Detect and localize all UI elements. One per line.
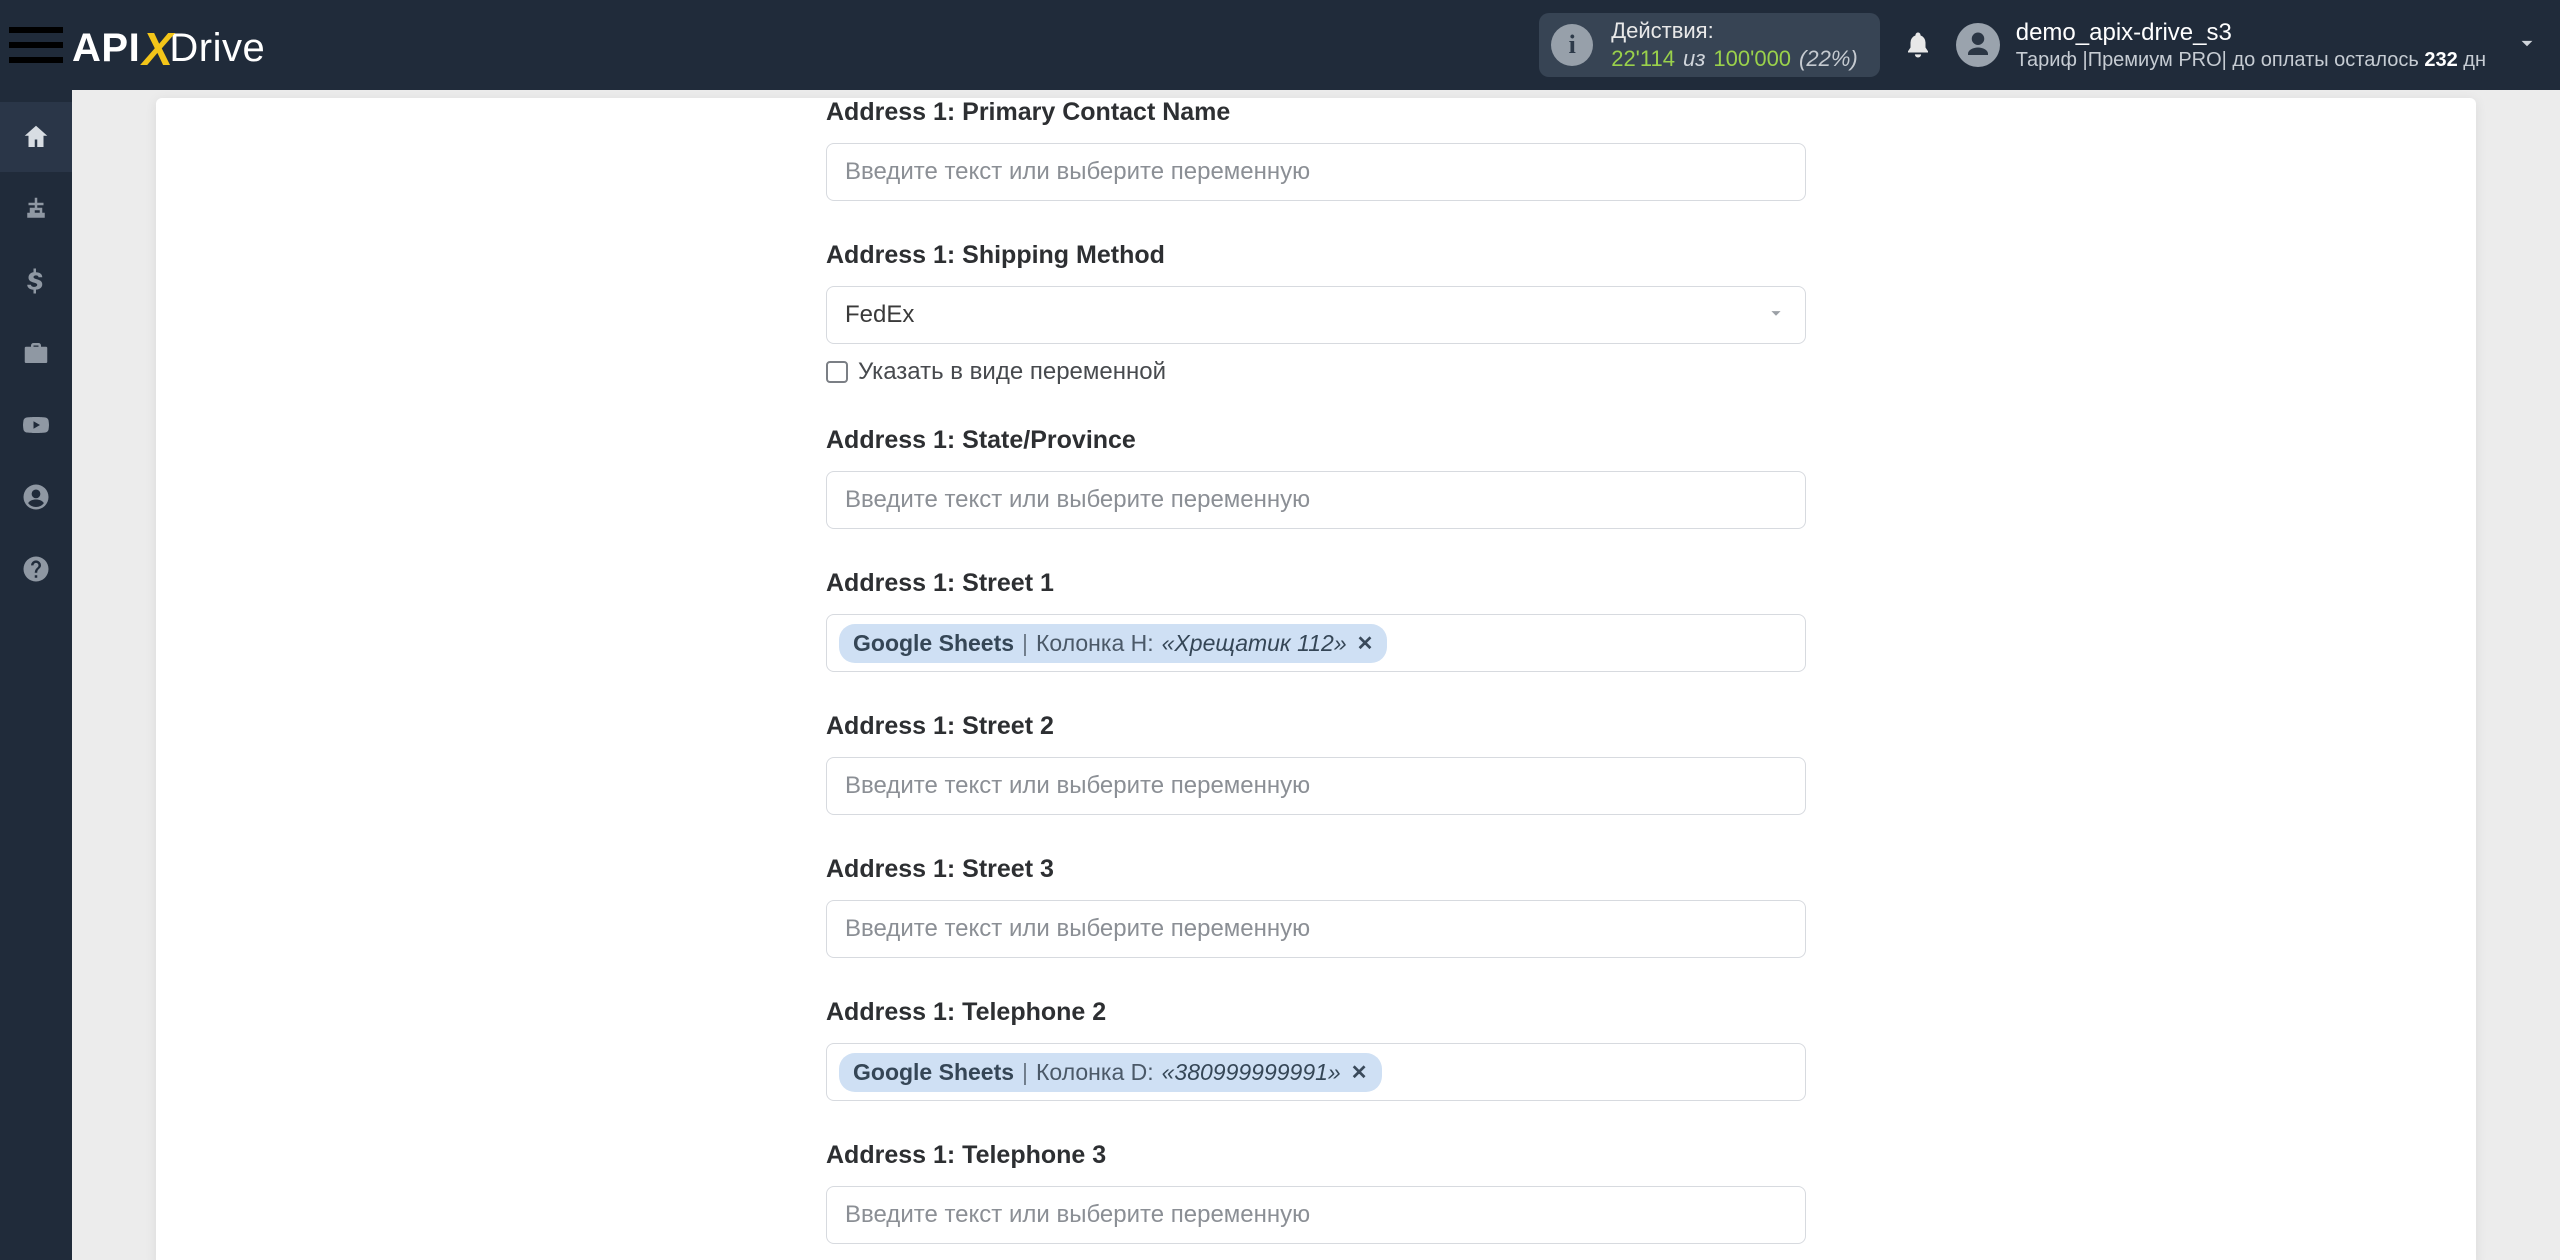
input-primary-contact[interactable] [845,158,1787,186]
tag-sep: | [1022,1059,1028,1086]
field-street2[interactable] [826,757,1806,815]
logo[interactable]: API X Drive [72,18,265,72]
field-label-street2: Address 1: Street 2 [826,712,1806,741]
chevron-down-icon [2514,30,2540,56]
actions-numbers: 22'114 из 100'000 (22%) [1611,46,1858,72]
info-icon: i [1551,24,1593,66]
rail-account[interactable] [0,462,72,532]
field-label-street3: Address 1: Street 3 [826,855,1806,884]
help-icon [21,554,51,584]
user-circle-icon [21,482,51,512]
form-card: Address 1: Primary Contact Name Address 1… [156,98,2476,1260]
youtube-icon [21,410,51,440]
tariff-sep: | до оплаты осталось [2222,49,2425,71]
dollar-icon [21,266,51,296]
field-label-primary-contact: Address 1: Primary Contact Name [826,98,1806,127]
user-subline: Тариф |Премиум PRO| до оплаты осталось 2… [2016,49,2486,72]
chevron-down-icon [1765,302,1787,329]
tag-remove-icon[interactable]: ✕ [1357,631,1374,656]
input-street2[interactable] [845,772,1787,800]
input-tel3[interactable] [845,1201,1787,1229]
tag-column: Колонка H: [1036,630,1154,657]
rail-help[interactable] [0,534,72,604]
checkbox-row-shipping-method[interactable]: Указать в виде переменной [826,358,1806,386]
actions-label: Действия: [1611,18,1858,44]
user-name: demo_apix-drive_s3 [2016,19,2486,47]
actions-iz: из [1683,46,1705,72]
user-menu-chevron[interactable] [2514,30,2540,61]
rail-billing[interactable] [0,246,72,316]
actions-pct: (22%) [1799,46,1858,72]
side-rail [0,90,72,1260]
briefcase-icon [21,338,51,368]
notifications-button[interactable] [1888,30,1948,60]
select-shipping-method[interactable]: FedEx [826,286,1806,344]
checkbox-label-shipping-method: Указать в виде переменной [858,358,1166,386]
input-street3[interactable] [845,915,1787,943]
tag-source: Google Sheets [853,630,1014,657]
actions-max: 100'000 [1713,46,1791,72]
select-value-shipping-method: FedEx [845,301,914,329]
tariff-prefix: Тариф | [2016,49,2088,71]
rail-home[interactable] [0,102,72,172]
field-label-shipping-method: Address 1: Shipping Method [826,241,1806,270]
rail-projects[interactable] [0,318,72,388]
input-state[interactable] [845,486,1787,514]
hamburger-icon [0,9,72,81]
tariff-days-suffix: дн [2458,49,2486,71]
avatar [1956,23,2000,67]
tag-street1[interactable]: Google Sheets | Колонка H: «Хрещатик 112… [839,624,1387,663]
tag-source: Google Sheets [853,1059,1014,1086]
tag-tel2[interactable]: Google Sheets | Колонка D: «380999999991… [839,1053,1382,1092]
tariff-name: Премиум PRO [2088,49,2222,71]
actions-current: 22'114 [1611,46,1675,72]
logo-drive: Drive [169,26,265,71]
home-icon [21,122,51,152]
user-icon [1963,30,1993,60]
tag-sample: «380999999991» [1162,1059,1341,1086]
tag-remove-icon[interactable]: ✕ [1351,1060,1368,1085]
field-label-tel2: Address 1: Telephone 2 [826,998,1806,1027]
rail-videos[interactable] [0,390,72,460]
topbar: API X Drive i Действия: 22'114 из 100'00… [0,0,2560,90]
actions-quota[interactable]: i Действия: 22'114 из 100'000 (22%) [1539,13,1880,77]
tag-sample: «Хрещатик 112» [1162,630,1347,657]
field-label-street1: Address 1: Street 1 [826,569,1806,598]
field-label-tel3: Address 1: Telephone 3 [826,1141,1806,1170]
field-tel2[interactable]: Google Sheets | Колонка D: «380999999991… [826,1043,1806,1101]
field-street1[interactable]: Google Sheets | Колонка H: «Хрещатик 112… [826,614,1806,672]
field-tel3[interactable] [826,1186,1806,1244]
logo-x: X [142,22,173,76]
sitemap-icon [21,194,51,224]
checkbox-shipping-method[interactable] [826,361,848,383]
page-body: Address 1: Primary Contact Name Address 1… [72,90,2560,1260]
logo-api: API [72,26,140,71]
tag-sep: | [1022,630,1028,657]
user-menu[interactable]: demo_apix-drive_s3 Тариф |Премиум PRO| д… [1956,19,2486,72]
field-primary-contact[interactable] [826,143,1806,201]
field-state[interactable] [826,471,1806,529]
field-label-state: Address 1: State/Province [826,426,1806,455]
hamburger-menu[interactable] [0,0,72,90]
field-street3[interactable] [826,900,1806,958]
bell-icon [1903,30,1933,60]
tag-column: Колонка D: [1036,1059,1154,1086]
tariff-days: 232 [2424,49,2457,71]
rail-connections[interactable] [0,174,72,244]
